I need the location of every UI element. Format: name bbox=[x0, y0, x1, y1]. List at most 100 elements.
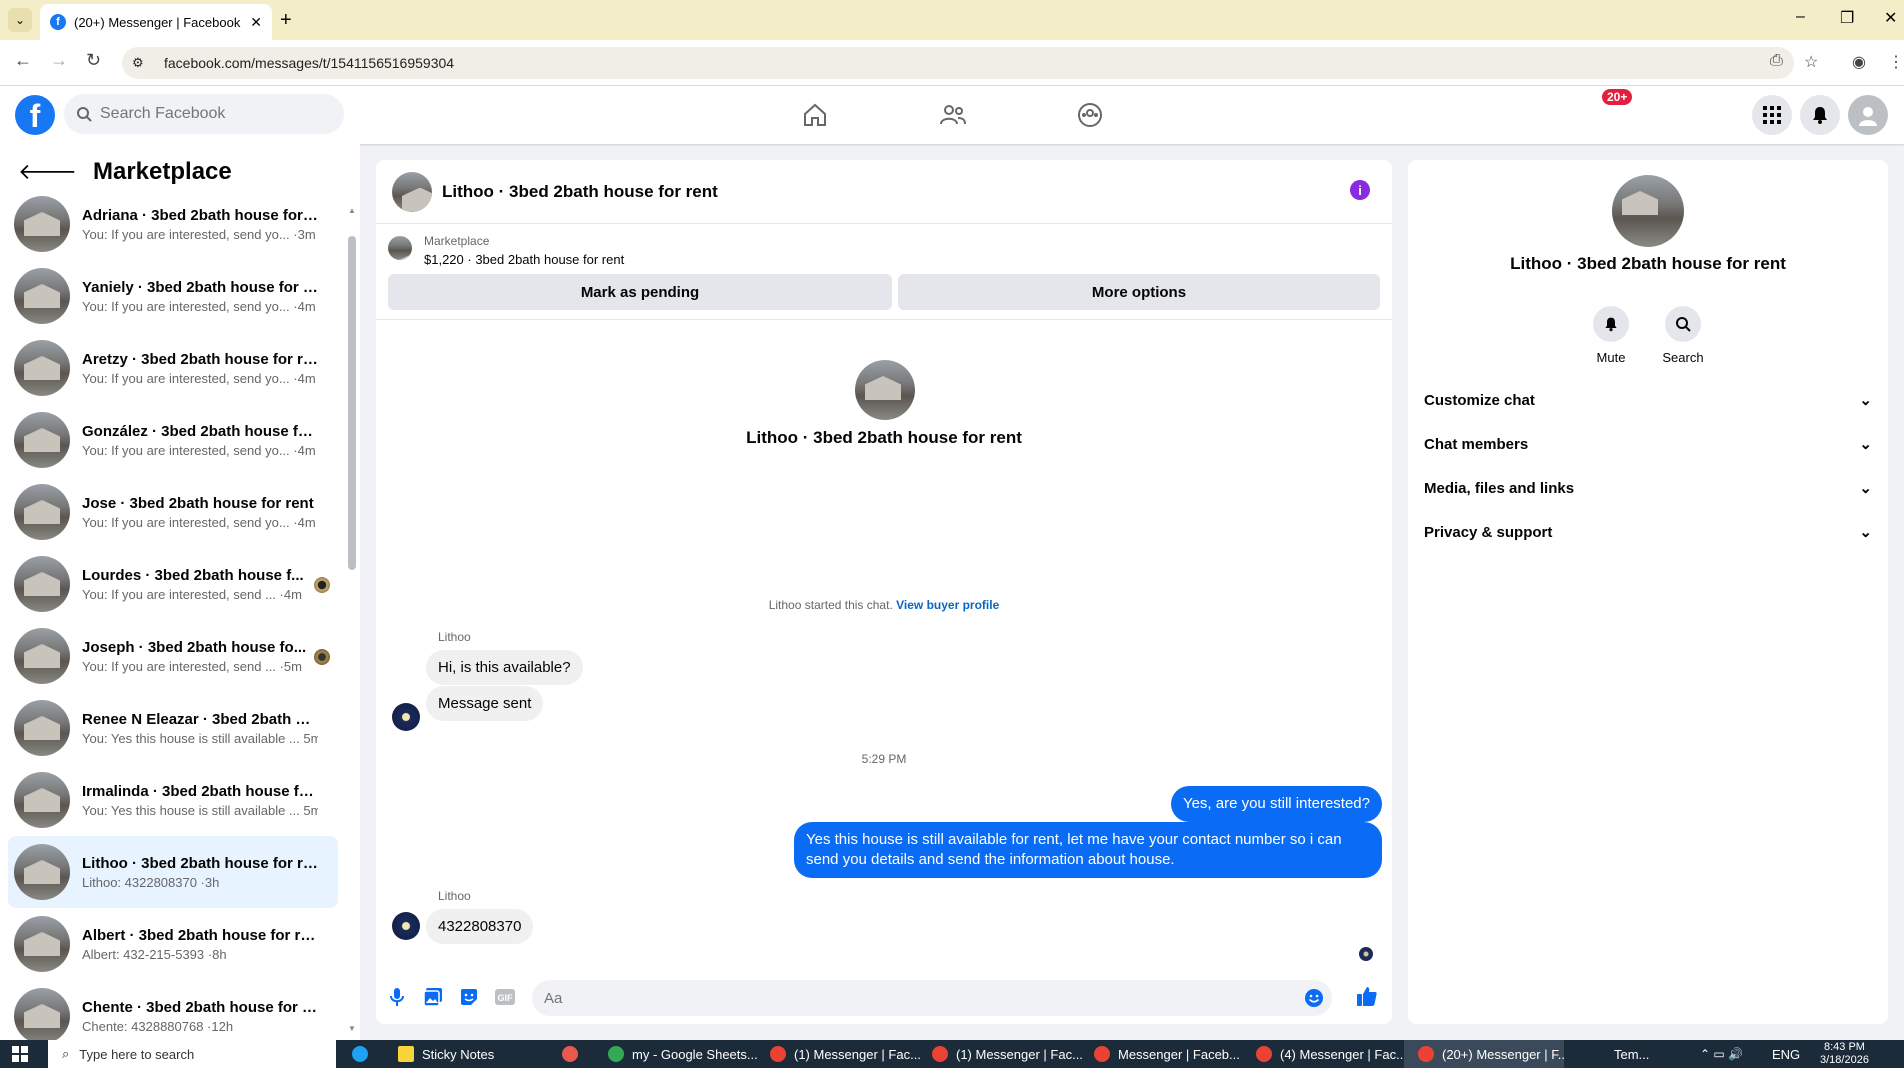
site-info-icon[interactable]: ⚙ bbox=[132, 55, 150, 71]
taskbar-messenger-4[interactable]: (4) Messenger | Fac... bbox=[1256, 1040, 1408, 1068]
taskbar-search[interactable]: ⌕ Type here to search bbox=[48, 1040, 336, 1068]
taskbar-messenger-1[interactable]: (1) Messenger | Fac... bbox=[770, 1040, 922, 1068]
conversation-name: Joseph · 3bed 2bath house fo... bbox=[82, 638, 307, 656]
conversation-item[interactable]: Irmalinda · 3bed 2bath house fo... You: Y… bbox=[8, 764, 338, 836]
back-arrow-icon[interactable]: 🡐 bbox=[18, 159, 77, 185]
message-input[interactable] bbox=[544, 989, 1244, 1007]
view-buyer-profile-link[interactable]: View buyer profile bbox=[896, 598, 999, 612]
friends-icon[interactable] bbox=[933, 100, 973, 130]
mute-button[interactable]: Mute bbox=[1581, 306, 1641, 365]
emoji-icon[interactable] bbox=[1304, 988, 1324, 1008]
minimize-button[interactable]: – bbox=[1796, 8, 1805, 26]
tab-search-dropdown[interactable]: ⌄ bbox=[8, 8, 32, 32]
sender-avatar[interactable] bbox=[392, 703, 420, 731]
taskbar-label: (1) Messenger | Fac... bbox=[956, 1046, 1083, 1062]
tab-close-icon[interactable]: ✕ bbox=[250, 14, 262, 31]
sender-name: Lithoo bbox=[438, 889, 471, 903]
media-files-links-row[interactable]: Media, files and links ⌄ bbox=[1424, 468, 1872, 508]
address-bar[interactable]: ⚙ facebook.com/messages/t/15411565169593… bbox=[122, 47, 1794, 79]
chevron-down-icon: ⌄ bbox=[1859, 524, 1872, 541]
message-input-field[interactable] bbox=[532, 980, 1332, 1016]
chat-avatar[interactable] bbox=[392, 171, 432, 212]
scroll-down-icon[interactable]: ▼ bbox=[348, 1024, 356, 1033]
chat-members-row[interactable]: Chat members ⌄ bbox=[1424, 424, 1872, 464]
chat-details-panel: Lithoo · 3bed 2bath house for rent Mute … bbox=[1408, 160, 1888, 1024]
message-bubble-in[interactable]: 4322808370 bbox=[426, 909, 534, 944]
taskbar-messenger-active[interactable]: (20+) Messenger | F... bbox=[1404, 1040, 1564, 1068]
message-bubble-in[interactable]: Message sent bbox=[426, 686, 544, 721]
taskbar-google-sheets[interactable]: my - Google Sheets... bbox=[608, 1040, 760, 1068]
info-icon[interactable]: i bbox=[1350, 180, 1370, 200]
sidebar-header: 🡐 Marketplace bbox=[18, 158, 232, 186]
taskbar-messenger-3[interactable]: Messenger | Faceb... bbox=[1094, 1040, 1246, 1068]
message-bubble-out[interactable]: Yes this house is still available for re… bbox=[794, 822, 1382, 878]
conversation-name: Lourdes · 3bed 2bath house f... bbox=[82, 566, 304, 584]
conversation-item[interactable]: González · 3bed 2bath house for... You: I… bbox=[8, 404, 338, 476]
like-thumb-icon[interactable] bbox=[1356, 985, 1378, 1007]
notifications-bell-icon[interactable] bbox=[1800, 95, 1840, 135]
conversation-item[interactable]: Aretzy · 3bed 2bath house for re... You: … bbox=[8, 332, 338, 404]
scroll-up-icon[interactable]: ▲ bbox=[348, 206, 356, 215]
weather-widget[interactable]: Tem... bbox=[1614, 1040, 1649, 1068]
facebook-search[interactable] bbox=[64, 94, 344, 134]
conversation-item[interactable]: Jose · 3bed 2bath house for rent You: If … bbox=[8, 476, 338, 548]
browser-tab-active[interactable]: f (20+) Messenger | Facebook ✕ bbox=[40, 4, 272, 40]
conversation-item[interactable]: Adriana · 3bed 2bath house for ... You: I… bbox=[8, 188, 338, 260]
reload-icon[interactable]: ↻ bbox=[86, 50, 101, 71]
gif-icon[interactable]: GIF bbox=[494, 986, 516, 1008]
conversation-item[interactable]: Albert · 3bed 2bath house for rent Albert… bbox=[8, 908, 338, 980]
browser-menu-icon[interactable]: ⋮ bbox=[1888, 52, 1904, 72]
account-avatar[interactable] bbox=[1848, 95, 1888, 135]
conversation-item[interactable]: Yaniely · 3bed 2bath house for r... You: … bbox=[8, 260, 338, 332]
taskbar-messenger-2[interactable]: (1) Messenger | Fac... bbox=[932, 1040, 1084, 1068]
privacy-support-row[interactable]: Privacy & support ⌄ bbox=[1424, 512, 1872, 552]
restore-button[interactable]: ❐ bbox=[1840, 8, 1854, 28]
listing-thumbnail bbox=[14, 484, 70, 540]
conversation-item[interactable]: Lourdes · 3bed 2bath house f... You: If y… bbox=[8, 548, 338, 620]
bookmark-star-icon[interactable]: ☆ bbox=[1804, 52, 1818, 72]
search-chat-button[interactable]: Search bbox=[1653, 306, 1713, 365]
windows-start-icon[interactable] bbox=[12, 1046, 28, 1062]
photo-icon[interactable] bbox=[422, 986, 444, 1008]
listing-thumbnail bbox=[14, 196, 70, 252]
sticker-icon[interactable] bbox=[458, 986, 480, 1008]
facebook-logo-icon[interactable]: f bbox=[15, 95, 55, 135]
sender-avatar[interactable] bbox=[392, 912, 420, 940]
row-label: Customize chat bbox=[1424, 391, 1535, 409]
language-indicator[interactable]: ENG bbox=[1772, 1040, 1800, 1068]
microphone-icon[interactable] bbox=[386, 986, 408, 1008]
more-options-button[interactable]: More options bbox=[898, 274, 1380, 310]
install-app-icon[interactable]: ⎙ bbox=[1770, 52, 1783, 70]
customize-chat-row[interactable]: Customize chat ⌄ bbox=[1424, 380, 1872, 420]
system-tray-icons[interactable]: ⌃ ▭ 🔊 bbox=[1700, 1040, 1743, 1068]
message-bubble-out[interactable]: Yes, are you still interested? bbox=[1170, 786, 1382, 822]
taskbar-sticky-notes[interactable]: Sticky Notes bbox=[398, 1040, 548, 1068]
conversation-item-active[interactable]: Lithoo · 3bed 2bath house for re... Litho… bbox=[8, 836, 338, 908]
conversation-preview: You: If you are interested, send yo... ·… bbox=[82, 226, 316, 242]
facebook-search-input[interactable] bbox=[100, 105, 320, 123]
started-text: Lithoo started this chat. bbox=[768, 598, 893, 612]
message-bubble-in[interactable]: Hi, is this available? bbox=[426, 650, 583, 685]
edge-icon[interactable] bbox=[352, 1040, 376, 1068]
forward-arrow-icon[interactable]: → bbox=[50, 50, 68, 71]
url-text: facebook.com/messages/t/1541156516959304 bbox=[164, 55, 455, 71]
new-tab-button[interactable]: + bbox=[280, 8, 292, 32]
sidebar-scrollbar[interactable]: ▲ ▼ bbox=[348, 206, 356, 1033]
menu-grid-icon[interactable] bbox=[1752, 95, 1792, 135]
groups-icon[interactable] bbox=[1070, 100, 1110, 130]
profile-icon[interactable]: ◉ bbox=[1852, 52, 1866, 72]
paint-icon[interactable] bbox=[562, 1040, 586, 1068]
bell-icon bbox=[1593, 306, 1629, 342]
home-icon[interactable] bbox=[795, 100, 835, 130]
back-arrow-icon[interactable]: ← bbox=[14, 50, 32, 71]
mark-pending-button[interactable]: Mark as pending bbox=[388, 274, 892, 310]
taskbar-clock[interactable]: 8:43 PM 3/18/2026 bbox=[1820, 1040, 1869, 1068]
chevron-down-icon: ⌄ bbox=[1859, 436, 1872, 453]
listing-price[interactable]: $1,220 · 3bed 2bath house for rent bbox=[424, 252, 624, 267]
chat-title[interactable]: Lithoo · 3bed 2bath house for rent bbox=[442, 182, 718, 202]
scrollbar-thumb[interactable] bbox=[348, 236, 356, 570]
close-window-button[interactable]: ✕ bbox=[1884, 8, 1897, 28]
sender-name: Lithoo bbox=[438, 630, 471, 644]
conversation-item[interactable]: Joseph · 3bed 2bath house fo... You: If y… bbox=[8, 620, 338, 692]
conversation-item[interactable]: Renee N Eleazar · 3bed 2bath ho... You: Y… bbox=[8, 692, 338, 764]
